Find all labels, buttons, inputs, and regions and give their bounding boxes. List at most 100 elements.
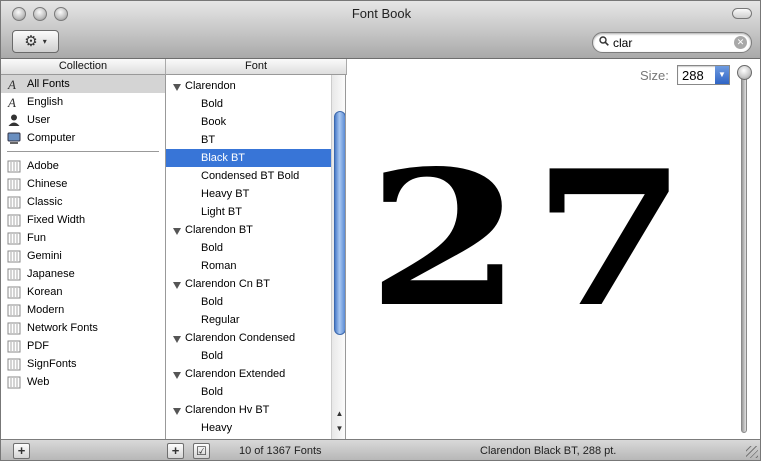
collection-item-adobe[interactable]: Adobe <box>1 157 165 175</box>
svg-text:A: A <box>7 77 16 91</box>
font-preview: Size: 288 ▼ 27 <box>347 59 760 439</box>
clear-search-icon[interactable]: ✕ <box>734 36 747 49</box>
collection-item-label: Japanese <box>27 268 75 280</box>
disclosure-triangle-icon[interactable] <box>173 408 181 415</box>
search-field[interactable]: ✕ <box>592 32 752 53</box>
font-style-row[interactable]: Heavy <box>166 419 331 437</box>
collection-item-label: SignFonts <box>27 358 77 370</box>
chevron-down-icon: ▾ <box>42 37 47 46</box>
user-icon <box>8 114 20 126</box>
svg-text:A: A <box>7 95 16 109</box>
font-family-row[interactable]: Clarendon Extended <box>166 365 331 383</box>
font-family-row[interactable]: Clarendon Hv BT <box>166 401 331 419</box>
collection-item-signfonts[interactable]: SignFonts <box>1 355 165 373</box>
scrollbar-thumb[interactable] <box>334 111 345 335</box>
disclosure-triangle-icon[interactable] <box>173 282 181 289</box>
collection-item-english[interactable]: A English <box>1 93 165 111</box>
chevron-down-icon[interactable]: ▼ <box>715 66 729 84</box>
font-family-row[interactable]: Clarendon Condensed <box>166 329 331 347</box>
font-row-label: Clarendon Hv BT <box>185 404 270 416</box>
collection-book-icon <box>7 376 21 389</box>
collection-item-computer[interactable]: Computer <box>1 129 165 147</box>
add-font-button[interactable]: + <box>167 443 184 459</box>
font-style-row[interactable]: Roman <box>166 257 331 275</box>
toolbar-toggle-button[interactable] <box>732 8 752 19</box>
collection-book-icon <box>7 304 21 317</box>
font-family-row[interactable]: Clarendon Cn BT <box>166 275 331 293</box>
search-input[interactable] <box>613 35 728 50</box>
font-row-label: Regular <box>201 314 240 326</box>
font-row-label: Clarendon Cn BT <box>185 278 270 290</box>
collection-item-classic[interactable]: Classic <box>1 193 165 211</box>
collection-book-icon <box>7 232 21 245</box>
font-row-label: Bold <box>201 350 224 362</box>
font-style-row[interactable]: Bold <box>166 347 331 365</box>
gear-icon: ⚙ <box>24 33 38 50</box>
collection-item-modern[interactable]: Modern <box>1 301 165 319</box>
collection-item-japanese[interactable]: Japanese <box>1 265 165 283</box>
size-value[interactable]: 288 <box>682 68 704 83</box>
size-slider[interactable] <box>741 75 747 433</box>
enable-font-button[interactable]: ☑ <box>193 443 210 459</box>
collection-item-label: Fixed Width <box>27 214 86 226</box>
status-bar: + + ☑ 10 of 1367 Fonts Clarendon Black B… <box>1 439 760 460</box>
font-row-label: Roman <box>201 260 237 272</box>
font-row-label: Black BT <box>201 152 246 164</box>
collection-item-label: Korean <box>27 286 63 298</box>
collection-item-pdf[interactable]: PDF <box>1 337 165 355</box>
disclosure-triangle-icon[interactable] <box>173 336 181 343</box>
add-collection-button[interactable]: + <box>13 443 30 459</box>
collection-item-web[interactable]: Web <box>1 373 165 391</box>
font-style-row[interactable]: Condensed BT Bold <box>166 167 331 185</box>
title-bar: Font Book ⚙ ▾ ✕ <box>1 1 760 59</box>
size-slider-knob[interactable] <box>737 65 752 80</box>
collection-item-user[interactable]: User <box>1 111 165 129</box>
scroll-down-arrow-icon[interactable]: ▼ <box>333 422 345 435</box>
font-style-row[interactable]: Bold <box>166 293 331 311</box>
font-header[interactable]: Font <box>166 59 347 75</box>
font-style-row[interactable]: Black BT <box>166 149 331 167</box>
collection-header[interactable]: Collection <box>1 59 166 75</box>
collection-item-label: Fun <box>27 232 46 244</box>
font-style-row[interactable]: Book <box>166 113 331 131</box>
font-icon: A <box>7 77 16 91</box>
font-style-row[interactable]: Bold <box>166 239 331 257</box>
collection-item-fun[interactable]: Fun <box>1 229 165 247</box>
scroll-up-arrow-icon[interactable]: ▲ <box>333 407 345 420</box>
collection-book-icon <box>7 196 21 209</box>
collection-item-fixed-width[interactable]: Fixed Width <box>1 211 165 229</box>
font-style-row[interactable]: Heavy BT <box>166 185 331 203</box>
font-list-scrollbar[interactable]: ▲ ▼ <box>331 75 345 439</box>
collection-item-all-fonts[interactable]: A All Fonts <box>1 75 165 93</box>
collection-book-icon <box>7 250 21 263</box>
font-row-label: Book <box>201 116 227 128</box>
font-family-row[interactable]: Clarendon <box>166 77 331 95</box>
action-menu-button[interactable]: ⚙ ▾ <box>12 30 59 53</box>
font-row-label: Light BT <box>201 206 242 218</box>
resize-grip-icon[interactable] <box>746 446 758 458</box>
font-row-label: Bold <box>201 242 224 254</box>
collection-item-label: Adobe <box>27 160 59 172</box>
font-style-row[interactable]: Bold <box>166 95 331 113</box>
font-style-row[interactable]: Regular <box>166 311 331 329</box>
collection-item-label: Web <box>27 376 50 388</box>
collection-item-gemini[interactable]: Gemini <box>1 247 165 265</box>
size-combobox[interactable]: 288 ▼ <box>677 65 730 85</box>
disclosure-triangle-icon[interactable] <box>173 372 181 379</box>
font-row-label: BT <box>201 134 216 146</box>
font-row-label: Heavy <box>201 422 233 434</box>
font-style-row[interactable]: Bold <box>166 383 331 401</box>
collection-item-network-fonts[interactable]: Network Fonts <box>1 319 165 337</box>
collection-book-icon <box>7 286 21 299</box>
font-row-label: Bold <box>201 386 224 398</box>
font-style-row[interactable]: Light BT <box>166 203 331 221</box>
font-family-row[interactable]: Clarendon BT <box>166 221 331 239</box>
font-list: Clarendon Bold Book BT Black BT Condensed BT … <box>166 75 346 439</box>
disclosure-triangle-icon[interactable] <box>173 84 181 91</box>
collection-item-label: Chinese <box>27 178 68 190</box>
collection-item-korean[interactable]: Korean <box>1 283 165 301</box>
font-style-row[interactable]: BT <box>166 131 331 149</box>
collection-item-label: Modern <box>27 304 65 316</box>
collection-item-chinese[interactable]: Chinese <box>1 175 165 193</box>
disclosure-triangle-icon[interactable] <box>173 228 181 235</box>
